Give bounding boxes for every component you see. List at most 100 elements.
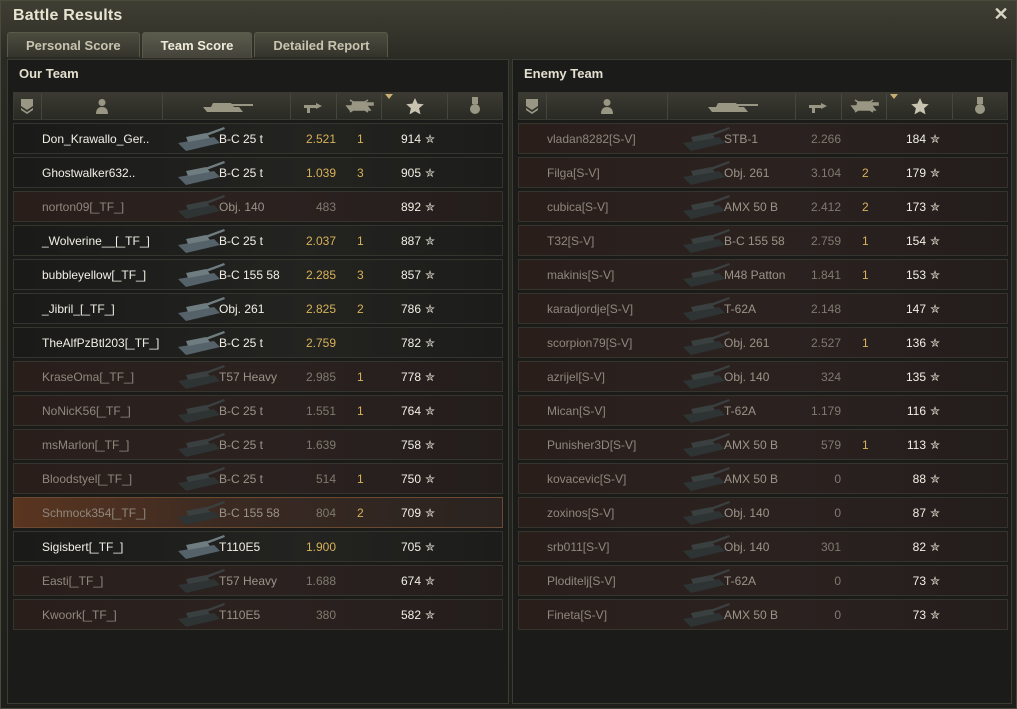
table-row[interactable]: karadjordje[S-V] T-62A 2.148 147 ✮: [518, 293, 1008, 324]
sort-rank-column[interactable]: [14, 93, 42, 119]
star-icon: ✮: [425, 438, 436, 452]
star-icon: ✮: [930, 268, 941, 282]
table-row[interactable]: norton09[_TF_] Obj. 140 483 892 ✮: [13, 191, 503, 222]
table-row[interactable]: cubica[S-V] AMX 50 B 2.412 2 173 ✮: [518, 191, 1008, 222]
player-name[interactable]: srb011[S-V]: [547, 532, 609, 562]
player-name[interactable]: Ghostwalker632..: [42, 158, 135, 188]
kills-value: 1: [862, 438, 869, 452]
sort-rank-column[interactable]: [519, 93, 547, 119]
player-name[interactable]: azrijel[S-V]: [547, 362, 605, 392]
table-row[interactable]: msMarlon[_TF_] B-C 25 t 1.639 758 ✮: [13, 429, 503, 460]
table-row[interactable]: Mican[S-V] T-62A 1.179 116 ✮: [518, 395, 1008, 426]
sort-kills-column[interactable]: [337, 93, 383, 119]
player-name[interactable]: Easti[_TF_]: [42, 566, 103, 596]
player-name[interactable]: _Jibril_[_TF_]: [42, 294, 115, 324]
player-name[interactable]: NoNicK56[_TF_]: [42, 396, 131, 426]
sort-kills-column[interactable]: [842, 93, 888, 119]
sort-xp-column[interactable]: [887, 93, 954, 119]
star-icon: ✮: [930, 234, 941, 248]
player-name[interactable]: Ploditelj[S-V]: [547, 566, 616, 596]
player-name[interactable]: scorpion79[S-V]: [547, 328, 632, 358]
player-name[interactable]: Schmock354[_TF_]: [42, 498, 146, 528]
sort-tank-column[interactable]: [668, 93, 796, 119]
table-row[interactable]: NoNicK56[_TF_] B-C 25 t 1.551 1 764 ✮: [13, 395, 503, 426]
table-row[interactable]: azrijel[S-V] Obj. 140 324 135 ✮: [518, 361, 1008, 392]
star-icon: ✮: [930, 336, 941, 350]
star-icon: ✮: [425, 506, 436, 520]
sort-player-column[interactable]: [547, 93, 669, 119]
table-row[interactable]: Don_Krawallo_Ger.. B-C 25 t 2.521 1 914 ✮: [13, 123, 503, 154]
damage-value: 1.841: [810, 268, 841, 282]
player-name[interactable]: _Wolverine__[_TF_]: [42, 226, 150, 256]
player-name[interactable]: TheAlfPzBtl203[_TF_]: [42, 328, 159, 358]
tab-detailed-report[interactable]: Detailed Report: [254, 32, 389, 57]
tank-name: Obj. 140: [724, 506, 770, 520]
xp-value: 582: [400, 608, 421, 622]
table-row[interactable]: Bloodstyel[_TF_] B-C 25 t 514 1 750 ✮: [13, 463, 503, 494]
table-row[interactable]: kovacevic[S-V] AMX 50 B 0 88 ✮: [518, 463, 1008, 494]
player-name[interactable]: vladan8282[S-V]: [547, 124, 636, 154]
sort-damage-column[interactable]: [291, 93, 337, 119]
player-name[interactable]: Punisher3D[S-V]: [547, 430, 636, 460]
tank-name: AMX 50 B: [724, 438, 779, 452]
table-row[interactable]: Filga[S-V] Obj. 261 3.104 2 179 ✮: [518, 157, 1008, 188]
player-name[interactable]: KraseOma[_TF_]: [42, 362, 134, 392]
table-row[interactable]: TheAlfPzBtl203[_TF_] B-C 25 t 2.759 782 ✮: [13, 327, 503, 358]
sort-tank-column[interactable]: [163, 93, 291, 119]
damage-value: 2.759: [305, 336, 336, 350]
player-name[interactable]: kovacevic[S-V]: [547, 464, 626, 494]
table-row[interactable]: Punisher3D[S-V] AMX 50 B 579 1 113 ✮: [518, 429, 1008, 460]
player-name[interactable]: karadjordje[S-V]: [547, 294, 633, 324]
player-name[interactable]: msMarlon[_TF_]: [42, 430, 129, 460]
table-row[interactable]: srb011[S-V] Obj. 140 301 82 ✮: [518, 531, 1008, 562]
player-name[interactable]: Don_Krawallo_Ger..: [42, 124, 149, 154]
player-name[interactable]: T32[S-V]: [547, 226, 594, 256]
table-row[interactable]: vladan8282[S-V] STB-1 2.266 184 ✮: [518, 123, 1008, 154]
player-name[interactable]: bubbleyellow[_TF_]: [42, 260, 146, 290]
damage-value: 2.521: [305, 132, 336, 146]
table-row[interactable]: T32[S-V] B-C 155 58 2.759 1 154 ✮: [518, 225, 1008, 256]
table-row[interactable]: _Wolverine__[_TF_] B-C 25 t 2.037 1 887 ✮: [13, 225, 503, 256]
tab-personal-score[interactable]: Personal Score: [7, 32, 140, 57]
table-row[interactable]: zoxinos[S-V] Obj. 140 0 87 ✮: [518, 497, 1008, 528]
player-name[interactable]: zoxinos[S-V]: [547, 498, 614, 528]
player-name[interactable]: Kwoork[_TF_]: [42, 600, 117, 630]
player-icon: [96, 99, 109, 114]
star-icon: ✮: [930, 540, 941, 554]
sort-medal-column[interactable]: [953, 93, 1007, 119]
table-row[interactable]: Schmock354[_TF_] B-C 155 58 804 2 709 ✮: [13, 497, 503, 528]
star-icon: ✮: [425, 540, 436, 554]
player-name[interactable]: cubica[S-V]: [547, 192, 608, 222]
sort-xp-column[interactable]: [382, 93, 449, 119]
table-row[interactable]: makinis[S-V] M48 Patton 1.841 1 153 ✮: [518, 259, 1008, 290]
xp-value: 153: [905, 268, 926, 282]
table-row[interactable]: Ghostwalker632.. B-C 25 t 1.039 3 905 ✮: [13, 157, 503, 188]
table-row[interactable]: Easti[_TF_] T57 Heavy 1.688 674 ✮: [13, 565, 503, 596]
table-row[interactable]: KraseOma[_TF_] T57 Heavy 2.985 1 778 ✮: [13, 361, 503, 392]
player-name[interactable]: Sigisbert[_TF_]: [42, 532, 123, 562]
sort-medal-column[interactable]: [448, 93, 502, 119]
star-icon: ✮: [425, 574, 436, 588]
sort-player-column[interactable]: [42, 93, 164, 119]
tank-name: B-C 155 58: [219, 506, 280, 520]
tank-name: Obj. 261: [219, 302, 265, 316]
table-row[interactable]: Sigisbert[_TF_] T110E5 1.900 705 ✮: [13, 531, 503, 562]
sort-damage-column[interactable]: [796, 93, 842, 119]
player-name[interactable]: Fineta[S-V]: [547, 600, 607, 630]
player-name[interactable]: norton09[_TF_]: [42, 192, 124, 222]
player-name[interactable]: makinis[S-V]: [547, 260, 614, 290]
tank-name: Obj. 140: [724, 540, 770, 554]
player-name[interactable]: Filga[S-V]: [547, 158, 600, 188]
tab-team-score[interactable]: Team Score: [141, 32, 253, 58]
table-row[interactable]: Fineta[S-V] AMX 50 B 0 73 ✮: [518, 599, 1008, 630]
table-row[interactable]: Kwoork[_TF_] T110E5 380 582 ✮: [13, 599, 503, 630]
player-name[interactable]: Bloodstyel[_TF_]: [42, 464, 132, 494]
sort-indicator: [385, 94, 394, 99]
table-row[interactable]: bubbleyellow[_TF_] B-C 155 58 2.285 3 857 ✮: [13, 259, 503, 290]
close-icon[interactable]: ✕: [992, 5, 1010, 23]
player-name[interactable]: Mican[S-V]: [547, 396, 606, 426]
our-team-title: Our Team: [19, 66, 79, 81]
table-row[interactable]: scorpion79[S-V] Obj. 261 2.527 1 136 ✮: [518, 327, 1008, 358]
table-row[interactable]: _Jibril_[_TF_] Obj. 261 2.825 2 786 ✮: [13, 293, 503, 324]
table-row[interactable]: Ploditelj[S-V] T-62A 0 73 ✮: [518, 565, 1008, 596]
